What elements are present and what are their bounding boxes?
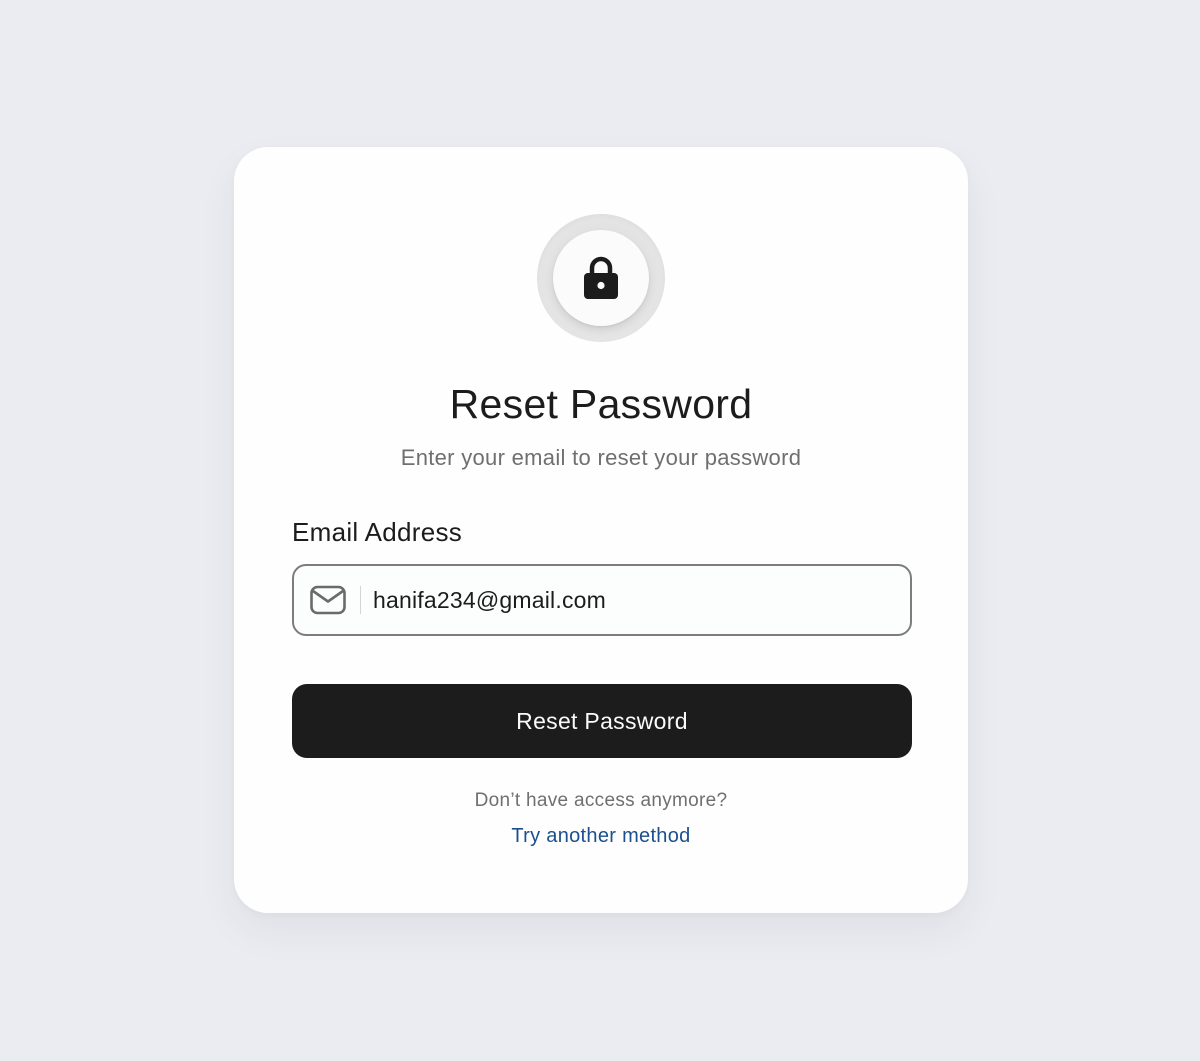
lock-icon bbox=[584, 256, 618, 299]
reset-password-card: Reset Password Enter your email to reset… bbox=[234, 147, 968, 913]
email-input[interactable] bbox=[373, 586, 893, 614]
lock-icon-badge bbox=[537, 214, 665, 342]
email-field[interactable] bbox=[292, 564, 912, 636]
input-divider bbox=[360, 586, 361, 614]
page-title: Reset Password bbox=[449, 381, 753, 427]
email-field-label: Email Address bbox=[292, 517, 463, 547]
try-another-method-link[interactable]: Try another method bbox=[511, 825, 690, 847]
page-subtitle: Enter your email to reset your password bbox=[400, 445, 802, 470]
reset-password-button[interactable]: Reset Password bbox=[292, 684, 912, 758]
no-access-prompt: Don’t have access anymore? bbox=[474, 790, 728, 811]
alternate-method-container: Try another method bbox=[234, 823, 968, 850]
mail-icon bbox=[310, 585, 346, 615]
lock-icon-circle bbox=[553, 230, 649, 326]
